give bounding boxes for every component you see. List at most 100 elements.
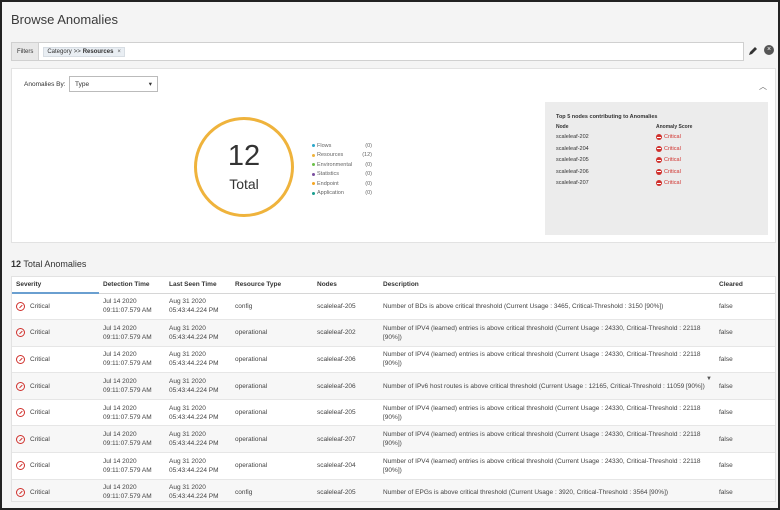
detection-date: Jul 14 2020	[103, 377, 137, 385]
cleared-cell: false	[715, 452, 775, 480]
top-node-name[interactable]: scaleleaf-205	[556, 157, 589, 163]
col-cleared[interactable]: Cleared	[715, 277, 775, 294]
table-row[interactable]: Critical Jul 14 2020 09:11:07.579 AM Aug 31…	[12, 399, 775, 427]
top-node-name[interactable]: scaleleaf-204	[556, 146, 589, 152]
legend-item[interactable]: Resources (12)	[312, 151, 372, 161]
detection-clock: 09:11:07.579 AM	[103, 360, 152, 368]
severity-cell: Critical	[12, 293, 99, 321]
node-cell[interactable]: scaleleaf-202	[313, 319, 379, 347]
legend-dot-icon	[312, 172, 315, 176]
last-seen-clock: 05:43:44.224 PM	[169, 493, 219, 501]
top-nodes-col-node: Node	[556, 124, 569, 130]
filter-chip-category[interactable]: Category >> Resources ×	[43, 46, 125, 57]
cleared-cell: false	[715, 399, 775, 427]
last-seen-date: Aug 31 2020	[169, 298, 206, 306]
detection-time-cell: Jul 14 2020 09:11:07.579 AM	[99, 372, 165, 400]
node-cell[interactable]: scaleleaf-204	[313, 452, 379, 480]
legend-item[interactable]: Flows (0)	[312, 141, 372, 151]
chevron-down-icon: ▾	[148, 81, 152, 88]
last-seen-date: Aug 31 2020	[169, 324, 206, 332]
last-seen-date: Aug 31 2020	[169, 377, 206, 385]
col-last-seen-time[interactable]: Last Seen Time	[165, 277, 231, 294]
detection-clock: 09:11:07.579 AM	[103, 333, 152, 341]
table-row[interactable]: Critical Jul 14 2020 09:11:07.579 AM Aug 31…	[12, 479, 775, 501]
critical-icon	[16, 354, 25, 364]
legend-dot-icon	[312, 153, 315, 157]
col-description[interactable]: Description	[379, 277, 715, 294]
legend-name: Environmental	[317, 161, 353, 168]
filter-icon[interactable]: ▼	[706, 376, 712, 382]
resource-type-cell: operational	[231, 399, 313, 427]
chevron-up-icon[interactable]: ︿	[759, 81, 767, 92]
table-row[interactable]: Critical Jul 14 2020 09:11:07.579 AM Aug 31…	[12, 319, 775, 347]
node-cell[interactable]: scaleleaf-205	[313, 293, 379, 321]
node-cell[interactable]: scaleleaf-205	[313, 479, 379, 501]
node-cell[interactable]: scaleleaf-206	[313, 372, 379, 400]
top-node-name[interactable]: scaleleaf-202	[556, 134, 589, 140]
severity-cell: Critical	[12, 399, 99, 427]
critical-icon	[656, 157, 662, 163]
total-anomalies-label: Total Anomalies	[23, 259, 87, 269]
critical-icon	[16, 302, 25, 312]
legend-name: Application	[317, 190, 344, 197]
pencil-icon[interactable]	[748, 46, 758, 56]
severity-label: Critical	[30, 435, 50, 443]
top-node-row: scaleleaf-206 Critical	[556, 168, 756, 179]
legend-name: Endpoint	[317, 180, 339, 187]
legend-count: (12)	[362, 152, 372, 159]
anomalies-by-select[interactable]: Type ▾	[69, 76, 158, 92]
col-nodes[interactable]: Nodes	[313, 277, 379, 294]
table-row[interactable]: Critical Jul 14 2020 09:11:07.579 AM Aug 31…	[12, 425, 775, 454]
last-seen-time-cell: Aug 31 2020 05:43:44.224 PM	[165, 319, 231, 347]
table-row[interactable]: Critical Jul 14 2020 09:11:07.579 AM Aug 31…	[12, 346, 775, 374]
legend-item[interactable]: Statistics (0)	[312, 170, 372, 180]
cleared-cell: false	[715, 346, 775, 374]
top-node-score-label: Critical	[664, 145, 681, 152]
top-node-name[interactable]: scaleleaf-206	[556, 169, 589, 175]
cleared-cell: false	[715, 319, 775, 347]
table-row[interactable]: Critical Jul 14 2020 09:11:07.579 AM Aug 31…	[12, 452, 775, 480]
last-seen-date: Aug 31 2020	[169, 431, 206, 439]
detection-time-cell: Jul 14 2020 09:11:07.579 AM	[99, 319, 165, 347]
total-anomalies-count: 12	[11, 259, 22, 269]
top-node-score-label: Critical	[664, 134, 681, 140]
severity-cell: Critical	[12, 425, 99, 454]
table-row[interactable]: Critical Jul 14 2020 09:11:07.579 AM Aug 31…	[12, 372, 775, 400]
detection-clock: 09:11:07.579 AM	[103, 466, 152, 474]
detection-time-cell: Jul 14 2020 09:11:07.579 AM	[99, 479, 165, 501]
critical-icon	[16, 461, 25, 471]
legend-item[interactable]: Application (0)	[312, 189, 372, 199]
description-cell: Number of EPGs is above critical thresho…	[379, 479, 715, 501]
node-cell[interactable]: scaleleaf-206	[313, 346, 379, 374]
detection-date: Jul 14 2020	[103, 431, 137, 439]
filters-label[interactable]: Filters	[12, 43, 40, 60]
donut-total-count: 12	[227, 140, 261, 172]
legend-item[interactable]: Environmental (0)	[312, 160, 372, 170]
resource-type-cell: operational	[231, 319, 313, 347]
legend-count: (0)	[365, 190, 372, 197]
description-cell: Number of IPv6 host routes is above crit…	[379, 372, 715, 400]
last-seen-date: Aug 31 2020	[169, 457, 206, 465]
col-detection-time[interactable]: Detection Time	[99, 277, 165, 294]
cleared-cell: false	[715, 425, 775, 454]
filter-bar[interactable]: Filters Category >> Resources ×	[11, 42, 744, 61]
close-circle-icon[interactable]: ×	[764, 45, 774, 55]
severity-label: Critical	[30, 382, 50, 390]
col-resource-type[interactable]: Resource Type	[231, 277, 313, 294]
resource-type-cell: operational	[231, 372, 313, 400]
col-severity[interactable]: Severity	[12, 277, 99, 294]
severity-cell: Critical	[12, 319, 99, 347]
table-row[interactable]: Critical Jul 14 2020 09:11:07.579 AM Aug 31…	[12, 293, 775, 321]
node-cell[interactable]: scaleleaf-207	[313, 425, 379, 454]
last-seen-time-cell: Aug 31 2020 05:43:44.224 PM	[165, 293, 231, 321]
legend-dot-icon	[312, 182, 315, 186]
node-cell[interactable]: scaleleaf-205	[313, 399, 379, 427]
top-node-name[interactable]: scaleleaf-207	[556, 180, 589, 186]
detection-time-cell: Jul 14 2020 09:11:07.579 AM	[99, 346, 165, 374]
detection-date: Jul 14 2020	[103, 324, 137, 332]
last-seen-date: Aug 31 2020	[169, 351, 206, 359]
chip-remove-icon[interactable]: ×	[117, 49, 121, 55]
legend-item[interactable]: Endpoint (0)	[312, 179, 372, 189]
top-node-score-label: Critical	[664, 180, 681, 186]
legend-count: (0)	[365, 142, 372, 149]
